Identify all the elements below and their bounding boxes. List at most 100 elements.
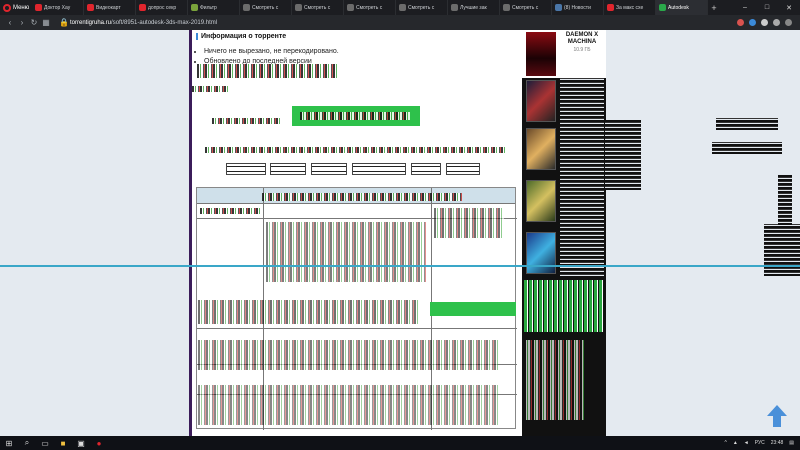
glitch-artifact (712, 142, 782, 154)
category-button[interactable] (446, 163, 480, 175)
glitch-artifact (560, 78, 604, 278)
tab-favicon-icon (451, 4, 458, 11)
browser-tab[interactable]: Фильтр (188, 0, 240, 15)
address-bar: ‹ › ↻ ▦ 🔒 torrentigruha.ru /soft/8951-au… (0, 15, 800, 30)
menu-label: Меню (13, 4, 30, 11)
browser-tab[interactable]: Смотреть с (292, 0, 344, 15)
glitch-artifact (198, 340, 498, 370)
extension-icon[interactable] (737, 19, 744, 26)
opera-logo-icon (3, 3, 11, 12)
tab-favicon-icon (295, 4, 302, 11)
browser-menu-button[interactable]: Меню (0, 0, 32, 15)
store-icon[interactable]: ▣ (72, 436, 90, 450)
glitch-artifact (764, 224, 800, 276)
url-field[interactable]: 🔒 torrentigruha.ru /soft/8951-autodesk-3… (58, 18, 217, 27)
tab-strip: Доктор Хау Видеокарт допрос секр Фильтр Смот… (32, 0, 708, 15)
language-indicator[interactable]: РУС (755, 440, 765, 446)
download-icon[interactable] (785, 19, 792, 26)
game-poster[interactable] (526, 80, 556, 122)
close-icon[interactable]: ✕ (778, 4, 800, 12)
tab-favicon-icon (607, 4, 614, 11)
notifications-icon[interactable]: ▤ (789, 440, 794, 446)
vpn-icon[interactable] (749, 19, 756, 26)
browser-tab[interactable]: Лучшие зак (448, 0, 500, 15)
reload-icon[interactable]: ↻ (28, 18, 40, 27)
windows-start-icon[interactable]: ⊞ (0, 436, 18, 450)
list-item: Ничего не вырезано, не перекодировано. (204, 47, 339, 57)
game-poster[interactable] (526, 128, 556, 170)
browser-tab[interactable]: (8) Новости (552, 0, 604, 15)
minimize-icon[interactable]: – (734, 4, 756, 12)
browser-tab[interactable]: За макс схе (604, 0, 656, 15)
browser-tab[interactable]: допрос секр (136, 0, 188, 15)
tab-favicon-icon (399, 4, 406, 11)
category-button[interactable] (270, 163, 306, 175)
browser-tab[interactable]: Autodesk (656, 0, 708, 15)
browser-tab[interactable]: Смотреть с (500, 0, 552, 15)
tab-favicon-icon (243, 4, 250, 11)
maximize-icon[interactable]: □ (756, 4, 778, 12)
tab-favicon-icon (87, 4, 94, 11)
scroll-to-top-icon[interactable] (766, 404, 788, 428)
card-title: DAEMON X MACHINA (560, 32, 604, 46)
forward-icon[interactable]: › (16, 18, 28, 27)
glitch-artifact (192, 86, 228, 92)
system-tray: ^ ▲ ◄ РУС 23:48 ▤ (724, 440, 800, 446)
category-button[interactable] (352, 163, 406, 175)
game-poster[interactable] (526, 232, 556, 274)
category-button[interactable] (311, 163, 347, 175)
tab-favicon-icon (503, 4, 510, 11)
glitch-artifact (778, 175, 792, 225)
game-poster (526, 32, 556, 76)
browser-tab[interactable]: Доктор Хау (32, 0, 84, 15)
glitch-artifact (200, 208, 260, 214)
speed-dial-icon[interactable]: ▦ (40, 18, 52, 27)
back-icon[interactable]: ‹ (4, 18, 16, 27)
volume-icon[interactable]: ◄ (744, 440, 749, 446)
tab-label: Autodesk (668, 4, 689, 11)
tab-label: допрос секр (148, 4, 177, 11)
tray-chevron-icon[interactable]: ^ (724, 440, 726, 446)
url-host: torrentigruha.ru (70, 19, 112, 26)
tab-label: (8) Новости (564, 4, 591, 11)
tab-label: Смотреть с (356, 4, 383, 11)
tab-favicon-icon (191, 4, 198, 11)
tab-label: Видеокарт (96, 4, 121, 11)
tab-favicon-icon (347, 4, 354, 11)
category-button[interactable] (411, 163, 441, 175)
sidebar-card[interactable]: DAEMON X MACHINA 10.9 ГБ (522, 30, 606, 78)
opera-icon[interactable]: ● (90, 436, 108, 450)
card-size: 10.9 ГБ (573, 47, 591, 53)
card-title-line: DAEMON X (565, 32, 599, 38)
category-button[interactable] (226, 163, 266, 175)
table-divider (197, 328, 517, 329)
network-icon[interactable]: ▲ (733, 440, 738, 446)
game-poster[interactable] (526, 180, 556, 222)
tab-label: Смотреть с (512, 4, 539, 11)
extensions-area (737, 19, 800, 26)
browser-tab[interactable]: Смотреть с (344, 0, 396, 15)
glitch-artifact (266, 222, 426, 282)
task-view-icon[interactable]: ▭ (36, 436, 54, 450)
green-button[interactable] (430, 302, 516, 316)
tab-label: Лучшие зак (460, 4, 487, 11)
browser-tab[interactable]: Смотреть с (396, 0, 448, 15)
tab-label: Доктор Хау (44, 4, 71, 11)
folder-icon[interactable]: ■ (54, 436, 72, 450)
tab-label: Смотреть с (408, 4, 435, 11)
browser-tab[interactable]: Видеокарт (84, 0, 136, 15)
camera-icon[interactable] (773, 19, 780, 26)
glitch-artifact (197, 64, 337, 78)
browser-tab[interactable]: Смотреть с (240, 0, 292, 15)
windows-taskbar: ⊞ ⌕ ▭ ■ ▣ ● ^ ▲ ◄ РУС 23:48 ▤ (0, 436, 800, 450)
search-icon[interactable]: ⌕ (18, 436, 36, 450)
new-tab-button[interactable]: + (708, 3, 720, 13)
clock[interactable]: 23:48 (771, 440, 784, 446)
glitch-artifact (198, 385, 498, 425)
torrent-info-heading: Информация о торренте (196, 33, 286, 40)
glitch-artifact (524, 340, 584, 420)
heart-icon[interactable] (761, 19, 768, 26)
glitch-artifact (205, 147, 505, 153)
card-title-line: MACHINA (567, 39, 597, 45)
tab-label: Смотреть с (304, 4, 331, 11)
